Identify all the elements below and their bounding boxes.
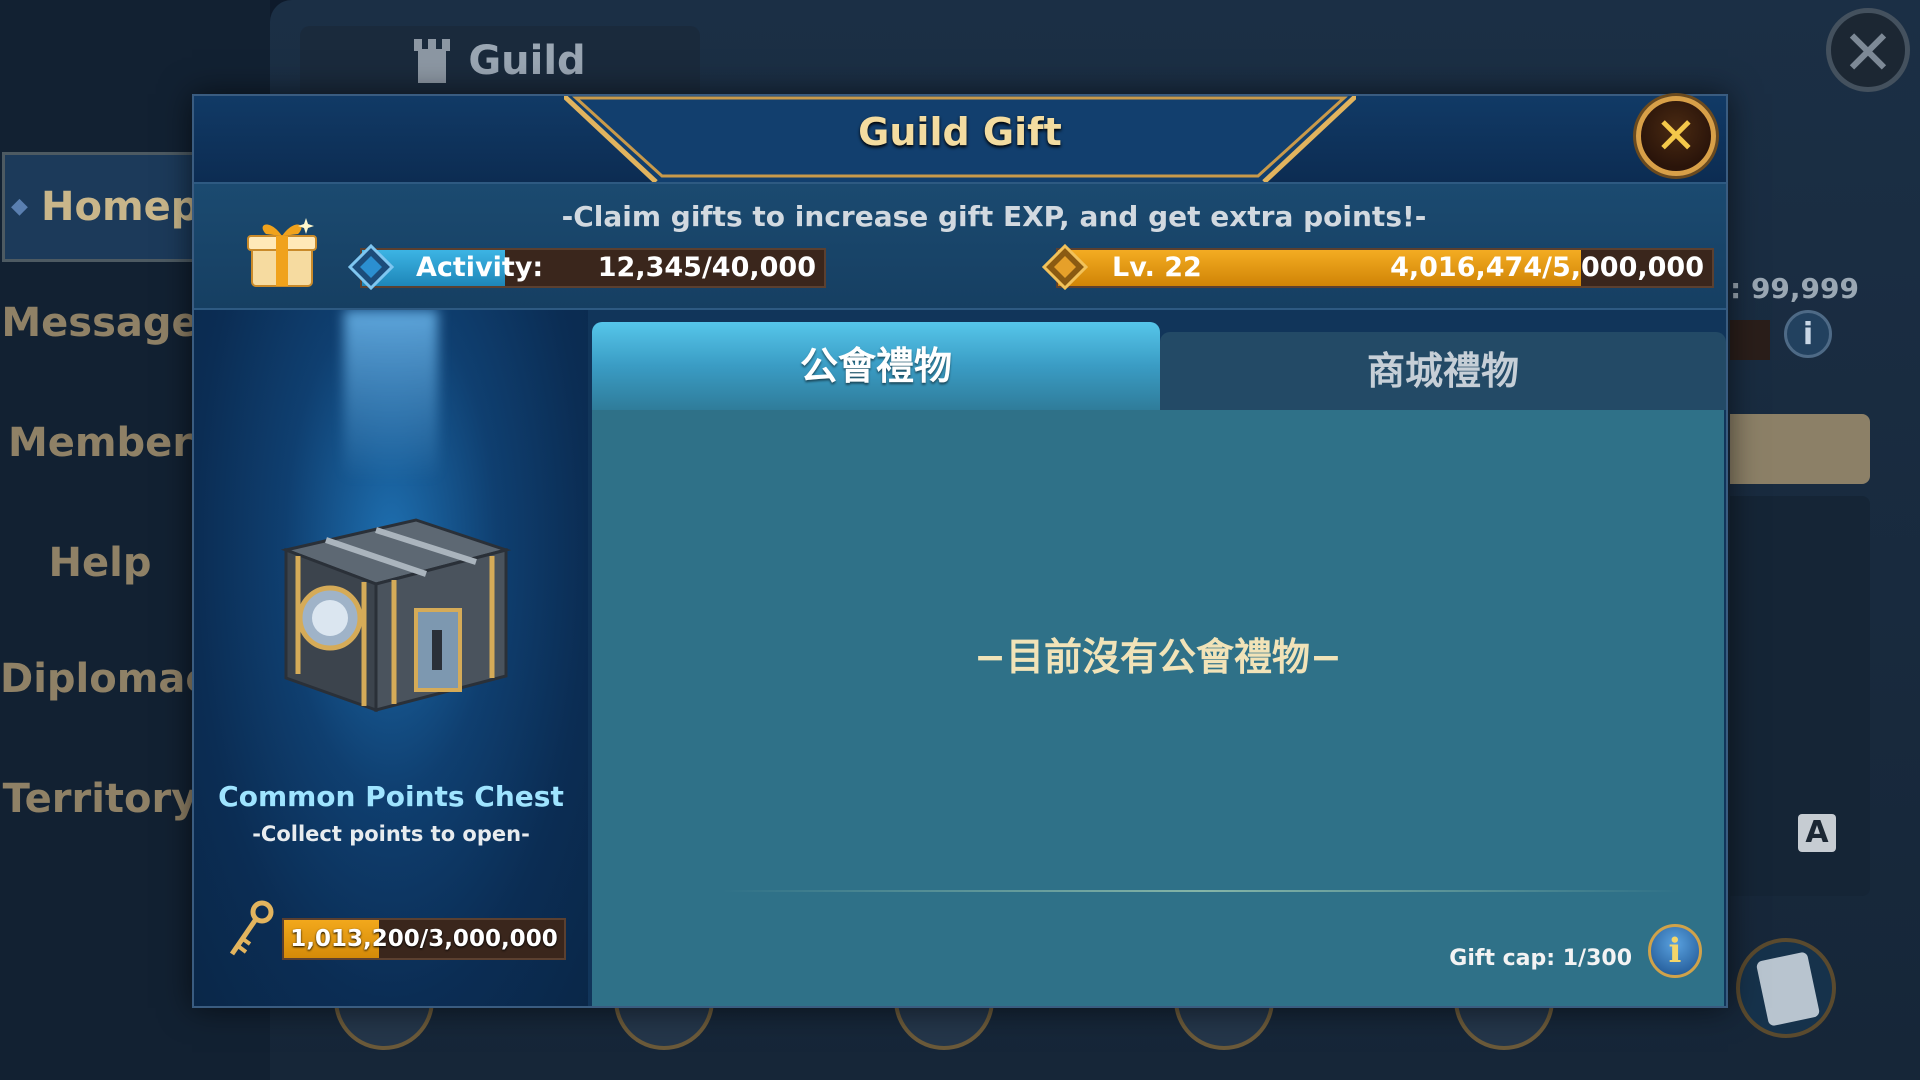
background-button[interactable] <box>1730 414 1870 484</box>
gift-status-strip: -Claim gifts to increase gift EXP, and g… <box>194 182 1726 310</box>
tab-guild-gifts[interactable]: 公會禮物 <box>592 322 1160 410</box>
close-button[interactable]: ✕ <box>1636 96 1716 176</box>
level-value: 4,016,474/5,000,000 <box>1390 252 1704 283</box>
chest-progress-bar: 1,013,200/3,000,000 <box>282 918 566 960</box>
claim-instruction: -Claim gifts to increase gift EXP, and g… <box>561 200 1427 233</box>
background-points: : 99,999 <box>1730 272 1859 305</box>
nav-item-territory[interactable]: Territory <box>0 776 200 822</box>
guild-window-tab[interactable]: Guild <box>300 26 700 96</box>
guild-window-close-button[interactable]: ✕ <box>1826 8 1910 92</box>
translate-icon[interactable]: A <box>1798 814 1836 852</box>
level-diamond-icon <box>1042 244 1088 290</box>
tower-icon <box>414 39 451 83</box>
chest-name: Common Points Chest <box>218 780 564 813</box>
clipboard-icon[interactable] <box>1736 938 1836 1038</box>
background-info-icon[interactable]: i <box>1784 310 1832 358</box>
activity-diamond-icon <box>348 244 394 290</box>
guild-window-title: Guild <box>468 38 586 84</box>
nav-item-homepage[interactable]: Homepag <box>2 152 255 262</box>
chest-panel: Common Points Chest -Collect points to o… <box>194 310 588 1006</box>
info-icon[interactable]: i <box>1648 924 1702 978</box>
nav-item-diplomacy[interactable]: Diplomac <box>0 656 209 702</box>
tab-shop-gifts[interactable]: 商城禮物 <box>1160 332 1726 410</box>
gift-cap-label: Gift cap: 1/300 <box>1449 946 1632 971</box>
treasure-chest-icon[interactable] <box>266 500 516 730</box>
key-icon <box>229 900 274 956</box>
dialog-title: Guild Gift <box>858 110 1062 154</box>
guild-gift-dialog: Guild Gift ✕ -Claim gifts to increase gi… <box>192 94 1728 1008</box>
chest-progress-value: 1,013,200/3,000,000 <box>290 926 558 952</box>
nav-item-help[interactable]: Help <box>0 540 200 586</box>
activity-label: Activity: <box>416 252 544 283</box>
light-beam <box>344 310 438 480</box>
level-label: Lv. 22 <box>1112 252 1202 283</box>
divider <box>722 890 1682 892</box>
level-bar: Lv. 22 4,016,474/5,000,000 <box>1056 248 1714 288</box>
gift-list-area: −目前沒有公會禮物− Gift cap: 1/300 i <box>592 410 1724 1006</box>
background-bar <box>1730 320 1770 360</box>
nav-item-member[interactable]: Member <box>0 420 200 466</box>
gift-box-icon <box>247 218 317 287</box>
activity-value: 12,345/40,000 <box>597 252 816 283</box>
empty-message: −目前沒有公會禮物− <box>974 635 1342 679</box>
activity-bar: Activity: 12,345/40,000 <box>360 248 826 288</box>
chest-subtitle: -Collect points to open- <box>252 822 530 846</box>
nav-item-message[interactable]: Message <box>0 300 200 346</box>
